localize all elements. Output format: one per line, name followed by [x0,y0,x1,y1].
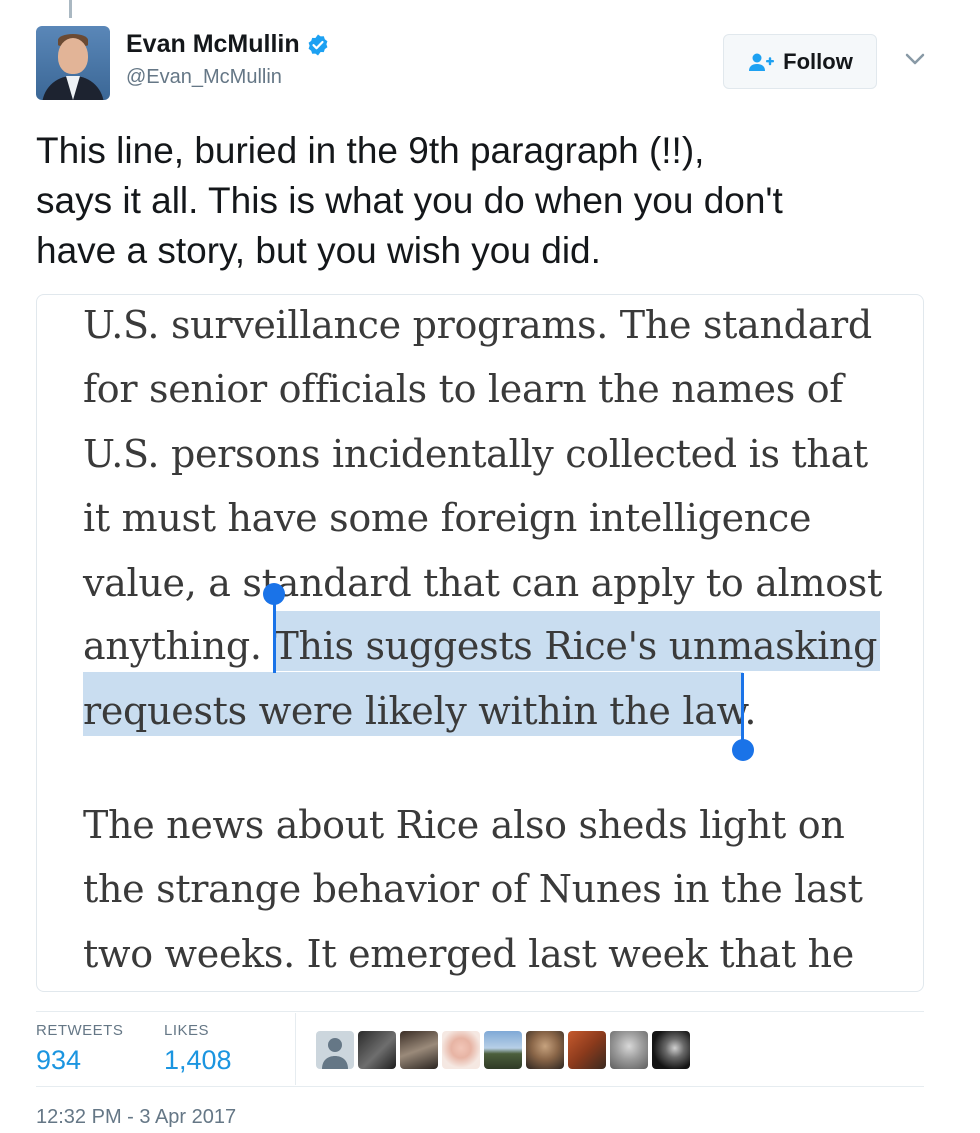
liker-avatar[interactable] [484,1031,522,1069]
tweet-timestamp[interactable]: 12:32 PM - 3 Apr 2017 [36,1106,236,1129]
likes-count[interactable]: 1,408 [164,1045,232,1076]
likes-stat[interactable]: LIKES 1,408 [164,1022,232,1076]
tweet-text: This line, buried in the 9th paragraph (… [36,130,783,271]
liker-avatar[interactable] [442,1031,480,1069]
default-avatar-icon[interactable] [316,1031,354,1069]
user-handle[interactable]: @Evan_McMullin [126,66,282,89]
selection-start-handle[interactable] [263,583,285,605]
article-line: anything. This suggests Rice's unmasking [83,624,878,668]
liker-avatar[interactable] [526,1031,564,1069]
article-line: two weeks. It emerged last week that he [83,932,854,976]
article-line: it must have some foreign intelligence [83,496,812,540]
thread-connector [69,0,72,18]
follow-button[interactable]: Follow [723,34,877,89]
selection-end-handle[interactable] [732,739,754,761]
stats-divider [36,1086,924,1087]
liker-avatar[interactable] [400,1031,438,1069]
article-line: for senior officials to learn the names … [83,367,844,411]
retweets-label: RETWEETS [36,1022,124,1039]
stats-vertical-divider [295,1013,296,1085]
chevron-down-icon[interactable] [904,52,926,66]
article-line: U.S. persons incidentally collected is t… [83,432,868,476]
liker-avatar[interactable] [358,1031,396,1069]
article-line: U.S. surveillance programs. The standard [83,303,872,347]
selection-start-bar [273,595,276,673]
likes-label: LIKES [164,1022,210,1039]
display-name[interactable]: Evan McMullin [126,30,300,59]
liker-avatar[interactable] [568,1031,606,1069]
article-line: value, a standard that can apply to almo… [83,561,882,605]
verified-badge-icon [308,34,328,55]
avatar-face [58,38,88,74]
liker-avatars [316,1031,690,1069]
article-line: the strange behavior of Nunes in the las… [83,867,863,911]
retweets-stat[interactable]: RETWEETS 934 [36,1022,123,1076]
follow-label: Follow [783,48,853,74]
author-name-row[interactable]: Evan McMullin [126,30,330,59]
liker-avatar[interactable] [610,1031,648,1069]
stats-divider [36,1011,924,1012]
selection-end-bar [741,673,744,745]
article-line: The news about Rice also sheds light on [83,803,845,847]
article-line: requests were likely within the law. [83,689,757,733]
retweets-count[interactable]: 934 [36,1045,123,1076]
avatar[interactable] [36,26,110,100]
article-screenshot[interactable]: U.S. surveillance programs. The standard… [36,294,924,992]
liker-avatar[interactable] [652,1031,690,1069]
person-plus-icon [749,53,775,71]
